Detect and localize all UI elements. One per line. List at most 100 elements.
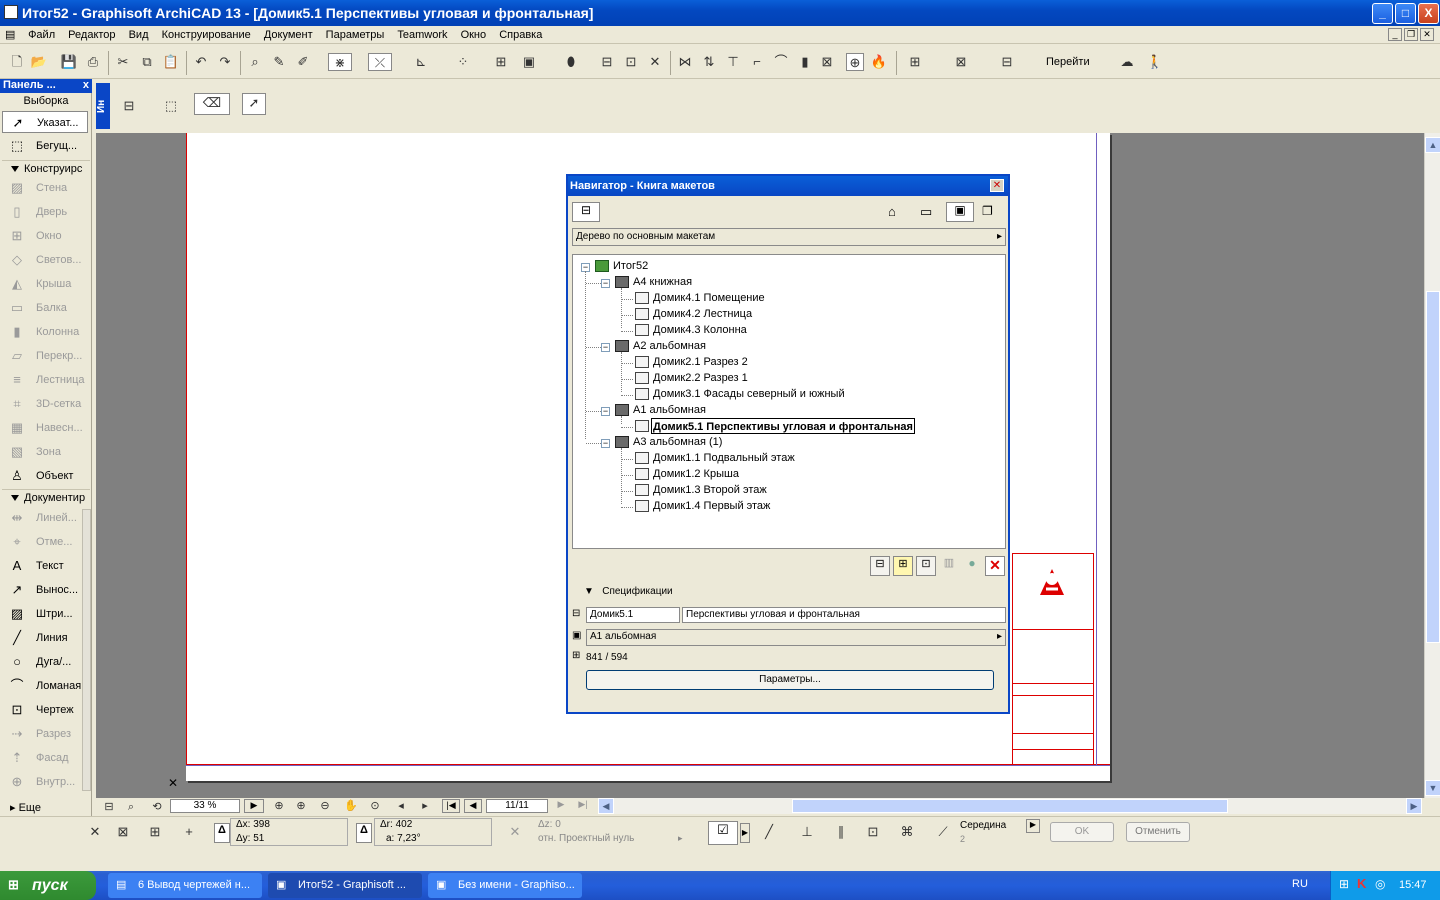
arrow-icon[interactable]: ➚ — [242, 93, 266, 115]
tool-zone[interactable]: ▧ Зона — [2, 441, 88, 463]
tool-dimension[interactable]: ⇹ Линей... — [2, 507, 88, 529]
geometry-method-icon[interactable]: ⊟ — [120, 97, 138, 115]
tool-line[interactable]: ╱ Линия — [2, 627, 88, 649]
toolbox-scrollbar[interactable] — [82, 509, 91, 791]
navigator-close-icon[interactable]: ✕ — [990, 179, 1004, 192]
menu-view[interactable]: Вид — [124, 27, 154, 43]
tree-layout[interactable]: Домик1.1 Подвальный этаж — [653, 450, 795, 466]
taskbar-item[interactable]: ▣ Без имени - Graphiso... — [428, 873, 582, 898]
view-map-icon[interactable]: ▭ — [920, 204, 932, 220]
magic-wand-icon[interactable]: ⌘ — [898, 823, 916, 841]
tree-book[interactable]: А1 альбомная — [633, 402, 706, 418]
tool-beam[interactable]: ▭ Балка — [2, 297, 88, 319]
tool-pointer[interactable]: ➚ Указат... — [2, 111, 88, 133]
layout-name-field[interactable]: Перспективы угловая и фронтальная — [682, 607, 1006, 623]
new-layout-icon[interactable]: ⊞ — [893, 556, 913, 576]
collapse-icon[interactable]: − — [601, 279, 610, 288]
transform-icon[interactable]: ⊡ — [864, 823, 882, 841]
draw-line-icon[interactable]: ╱ — [760, 823, 778, 841]
print-icon[interactable]: ⎙ — [84, 53, 102, 71]
publish-icon[interactable]: ⊟ — [572, 202, 600, 222]
tree-layout[interactable]: Домик1.2 Крыша — [653, 466, 739, 482]
z-lock-icon[interactable]: ✕ — [506, 823, 524, 841]
parallel-icon[interactable]: ∥ — [832, 823, 850, 841]
prev-zoom-icon[interactable]: ◂ — [392, 797, 410, 815]
tool-polyline[interactable]: ⌒ Ломаная — [2, 675, 88, 697]
page-field[interactable]: 11/11 — [486, 799, 548, 813]
tree-layout[interactable]: Домик4.3 Колонна — [653, 322, 747, 338]
menu-file[interactable]: Файл — [23, 27, 60, 43]
walk-icon[interactable]: ☁ — [1118, 53, 1136, 71]
copy-icon[interactable]: ⧉ — [138, 53, 156, 71]
collapse-icon[interactable]: − — [601, 439, 610, 448]
layers-icon[interactable]: ⊞ — [492, 53, 510, 71]
zoom-plus-icon[interactable]: ⊕ — [292, 797, 310, 815]
scroll-right-icon[interactable]: ▶ — [1406, 798, 1422, 814]
info-box-icon[interactable]: 🔥 — [870, 53, 888, 71]
find-select-icon[interactable]: ⌕ — [246, 53, 264, 71]
tool-door[interactable]: ▯ Дверь — [2, 201, 88, 223]
tree-layout[interactable]: Домик1.3 Второй этаж — [653, 482, 767, 498]
tool-stair[interactable]: ≡ Лестница — [2, 369, 88, 391]
tool-slab[interactable]: ▱ Перекр... — [2, 345, 88, 367]
cut-icon[interactable]: ✂ — [114, 53, 132, 71]
pan-icon[interactable]: ✋ — [342, 797, 360, 815]
project-map-icon[interactable]: ⌂ — [888, 204, 896, 219]
last-page-icon[interactable]: ▶| — [574, 799, 592, 813]
taskbar-item[interactable]: ▤ 6 Вывод чертежей н... — [108, 873, 262, 898]
adjust-icon[interactable]: ⇅ — [700, 53, 718, 71]
start-button[interactable]: ⊞ пуск — [0, 871, 96, 900]
scroll-up-icon[interactable]: ▲ — [1425, 137, 1440, 153]
tree-root[interactable]: Итог52 — [613, 258, 648, 274]
network-icon[interactable]: ⊞ — [1339, 877, 1349, 891]
new-master-icon[interactable]: ⊡ — [916, 556, 936, 576]
menu-document[interactable]: Документ — [259, 27, 318, 43]
tree-layout[interactable]: Домик2.1 Разрез 2 — [653, 354, 748, 370]
tool-skylight[interactable]: ◇ Светов... — [2, 249, 88, 271]
scroll-down-icon[interactable]: ▼ — [1425, 780, 1440, 796]
group-icon[interactable]: ⊠ — [818, 53, 836, 71]
tree-layout[interactable]: Домик4.1 Помещение — [653, 290, 765, 306]
close-marker-icon[interactable]: ✕ — [168, 776, 178, 790]
delta-lock-icon[interactable]: Δ — [214, 823, 230, 843]
tree-book[interactable]: А2 альбомная — [633, 338, 706, 354]
archicad-app-icon[interactable] — [4, 5, 18, 19]
zoom-in-icon[interactable]: ⊕ — [270, 797, 288, 815]
navigator-toggle-icon[interactable]: ⊕ — [846, 53, 864, 71]
layout-id-field[interactable]: Домик5.1 — [586, 607, 680, 623]
menu-help[interactable]: Справка — [494, 27, 547, 43]
tool-column[interactable]: ▮ Колонна — [2, 321, 88, 343]
split-icon[interactable]: ⋈ — [676, 53, 694, 71]
scroll-thumb[interactable] — [1426, 291, 1440, 643]
clock[interactable]: 15:47 — [1399, 879, 1427, 891]
relative-icon[interactable]: + — [180, 823, 198, 841]
tree-layout-selected[interactable]: Домик5.1 Перспективы угловая и фронтальн… — [651, 418, 915, 434]
tool-text[interactable]: A Текст — [2, 555, 88, 577]
polar-lock-icon[interactable]: Δ — [356, 823, 372, 843]
tool-mesh[interactable]: ⌗ 3D-сетка — [2, 393, 88, 415]
tool-roof[interactable]: ◭ Крыша — [2, 273, 88, 295]
3d-view-icon[interactable]: ⊠ — [952, 53, 970, 71]
perpendicular-icon[interactable]: ⊥ — [798, 823, 816, 841]
explode-icon[interactable]: ▮ — [796, 53, 814, 71]
menu-teamwork[interactable]: Teamwork — [392, 27, 452, 43]
polar-field[interactable] — [374, 818, 492, 846]
publisher-sets-icon[interactable]: ❐ — [982, 204, 993, 218]
zoom-field[interactable]: 33 % — [170, 799, 240, 813]
tool-interior-elevation[interactable]: ⊕ Внутр... — [2, 771, 88, 793]
redo-icon[interactable]: ↷ — [216, 53, 234, 71]
minimize-button[interactable]: _ — [1372, 3, 1393, 24]
mdi-close-icon[interactable]: ✕ — [1420, 28, 1434, 41]
tree-layout[interactable]: Домик4.2 Лестница — [653, 306, 752, 322]
grid-icon[interactable]: ⊞ — [146, 823, 164, 841]
update-icon[interactable]: ▥ — [939, 556, 959, 576]
zoom-menu-icon[interactable]: ▶ — [244, 799, 264, 813]
xy-field[interactable] — [230, 818, 348, 846]
cancel-input-icon[interactable]: ✕ — [86, 823, 104, 841]
horizontal-scroll-thumb[interactable] — [792, 799, 1228, 813]
fit-icon[interactable]: ⊙ — [366, 797, 384, 815]
tool-object[interactable]: ♙ Объект — [2, 465, 88, 487]
menu-options[interactable]: Параметры — [321, 27, 390, 43]
tool-arc[interactable]: ○ Дуга/... — [2, 651, 88, 673]
snap-menu-icon[interactable]: ▶ — [740, 823, 750, 843]
